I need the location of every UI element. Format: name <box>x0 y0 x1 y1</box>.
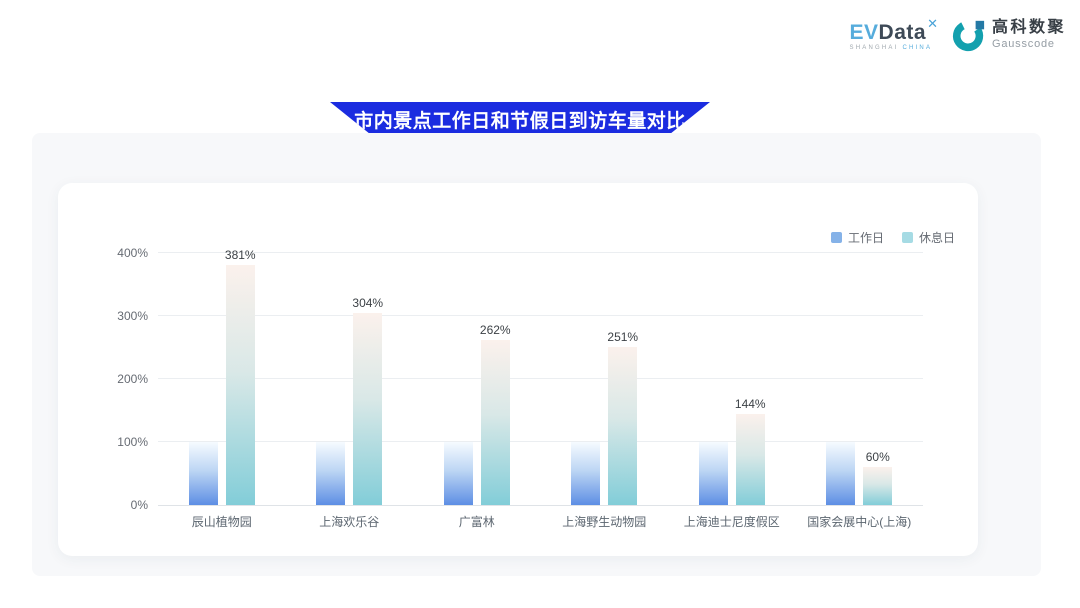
bar-restday <box>226 265 255 505</box>
evdata-logo: EV Data ✕ SHANGHAI CHINA <box>850 18 938 51</box>
bar-restday <box>736 414 765 505</box>
x-axis-label: 上海迪士尼度假区 <box>668 513 796 530</box>
bar-workday <box>571 442 600 505</box>
gridline <box>158 315 923 316</box>
page-title: 市内景点工作日和节假日到访车量对比 <box>354 106 686 133</box>
y-axis-label: 0% <box>100 498 148 512</box>
x-axis-label: 辰山植物园 <box>158 513 286 530</box>
legend-label: 休息日 <box>919 229 955 246</box>
y-axis-label: 100% <box>100 435 148 449</box>
evdata-x-icon: ✕ <box>927 17 938 30</box>
gausscode-name-en: Gausscode <box>992 38 1066 51</box>
gausscode-g-icon <box>952 18 986 52</box>
gridline <box>158 378 923 379</box>
chart-panel: 工作日休息日 0%100%200%300%400%381%辰山植物园304%上海… <box>32 133 1041 576</box>
header-logos: EV Data ✕ SHANGHAI CHINA 高科数聚 Gausscode <box>850 18 1066 52</box>
bar-value-label: 262% <box>460 323 530 337</box>
bar-restday <box>608 347 637 505</box>
gausscode-name-cn: 高科数聚 <box>992 19 1066 37</box>
chart-card: 工作日休息日 0%100%200%300%400%381%辰山植物园304%上海… <box>58 183 978 556</box>
chart-legend: 工作日 休息日 <box>831 229 955 246</box>
x-axis-label: 上海野生动物园 <box>541 513 669 530</box>
plot-area: 0%100%200%300%400%381%辰山植物园304%上海欢乐谷262%… <box>158 253 923 505</box>
bar-workday <box>189 442 218 505</box>
bar-value-label: 144% <box>715 397 785 411</box>
y-axis-label: 300% <box>100 309 148 323</box>
gausscode-logo: 高科数聚 Gausscode <box>952 18 1066 52</box>
evdata-wordmark-ev: EV <box>850 22 879 43</box>
y-axis-label: 400% <box>100 246 148 260</box>
evdata-wordmark-data: Data <box>879 22 927 43</box>
bar-value-label: 381% <box>205 248 275 262</box>
gridline <box>158 441 923 442</box>
legend-swatch-icon <box>902 232 913 243</box>
legend-swatch-icon <box>831 232 842 243</box>
evdata-subtitle-shanghai: SHANGHAI <box>850 45 899 51</box>
gridline <box>158 505 923 506</box>
evdata-subtitle-china: CHINA <box>902 45 932 51</box>
bar-restday <box>863 467 892 505</box>
legend-label: 工作日 <box>848 229 884 246</box>
bar-value-label: 60% <box>843 450 913 464</box>
legend-item-restday[interactable]: 休息日 <box>902 229 955 246</box>
x-axis-label: 上海欢乐谷 <box>286 513 414 530</box>
bar-workday <box>444 442 473 505</box>
bar-restday <box>481 340 510 505</box>
evdata-subtitle: SHANGHAI CHINA <box>850 45 933 51</box>
gausscode-text: 高科数聚 Gausscode <box>992 19 1066 50</box>
y-axis-label: 200% <box>100 372 148 386</box>
bar-restday <box>353 313 382 505</box>
bar-value-label: 304% <box>333 296 403 310</box>
bar-value-label: 251% <box>588 330 658 344</box>
bar-workday <box>699 442 728 505</box>
evdata-wordmark: EV Data ✕ <box>850 22 938 43</box>
x-axis-label: 广富林 <box>413 513 541 530</box>
bar-workday <box>316 442 345 505</box>
legend-item-workday[interactable]: 工作日 <box>831 229 884 246</box>
x-axis-label: 国家会展中心(上海) <box>796 513 924 530</box>
title-banner: 市内景点工作日和节假日到访车量对比 <box>330 102 710 137</box>
